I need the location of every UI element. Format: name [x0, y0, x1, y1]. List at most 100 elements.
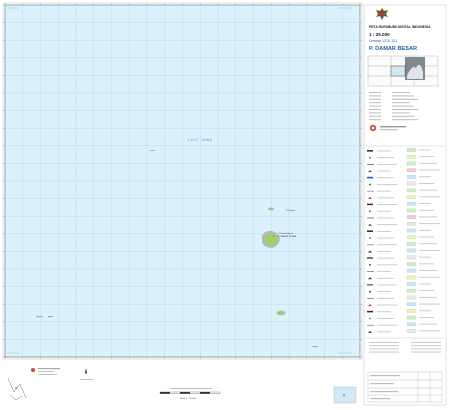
legend-text	[419, 236, 434, 238]
legend-swatch	[406, 181, 417, 186]
legend-text	[419, 203, 431, 204]
legend-text	[377, 318, 394, 319]
note-line	[369, 351, 399, 353]
legend-text	[377, 331, 391, 333]
info-row-value	[392, 109, 418, 110]
legend-text	[377, 291, 391, 293]
legend-text	[419, 323, 437, 325]
legend-text	[377, 224, 397, 226]
island-label-damar: P. Damar	[286, 209, 295, 212]
legend-text	[419, 223, 440, 225]
note-line	[369, 348, 399, 350]
legend-symbol	[369, 210, 371, 213]
info-row-label	[369, 112, 381, 114]
legend-text	[419, 176, 431, 178]
legend-swatch	[406, 275, 417, 280]
legend-text	[377, 311, 391, 313]
info-row-value	[392, 95, 414, 97]
legend-text	[377, 204, 397, 205]
legend-symbol	[367, 176, 373, 179]
coordinate-grid	[5, 5, 360, 357]
info-row-label	[369, 115, 381, 117]
legend-text	[377, 284, 397, 286]
legend-text	[377, 237, 394, 239]
legend-text	[377, 210, 391, 212]
note-line	[411, 348, 441, 350]
legend-text	[419, 303, 440, 305]
legend-text	[419, 209, 434, 211]
info-row-value	[392, 98, 418, 100]
legend-text	[419, 183, 434, 184]
legend-symbol	[369, 290, 371, 293]
legend-swatch	[406, 228, 417, 233]
legend-text	[377, 177, 394, 179]
note-line	[369, 345, 399, 347]
legend-text	[377, 217, 394, 219]
legend-text	[377, 170, 391, 172]
legend-text	[419, 149, 431, 151]
legend-text	[377, 251, 391, 252]
legend-swatch	[406, 201, 417, 206]
legend-swatch	[406, 255, 417, 260]
legend-symbol	[369, 317, 371, 320]
legend-swatch	[406, 282, 417, 286]
legend-symbol	[367, 310, 373, 313]
legend-symbol	[369, 156, 371, 159]
legend-text	[377, 190, 391, 192]
legend-text	[377, 163, 397, 165]
map-scale: 1 : 25.000	[369, 32, 390, 37]
legend-text	[419, 243, 437, 245]
note-line	[411, 351, 441, 353]
map-series-title: PETA RUPABUMI DIGITAL INDONESIA	[369, 25, 431, 29]
legend-swatch	[406, 168, 417, 173]
info-row-label	[369, 92, 381, 93]
legend-swatch	[406, 309, 417, 313]
legend-swatch	[406, 175, 417, 179]
legend-swatch	[406, 215, 417, 219]
legend-swatch	[406, 188, 417, 193]
legend-symbol	[367, 230, 373, 232]
legend-text	[419, 189, 437, 191]
legend-text	[419, 296, 437, 298]
island-north	[268, 207, 274, 211]
legend-swatch	[406, 248, 417, 253]
legend-swatch	[406, 148, 417, 152]
legend-swatch	[406, 242, 417, 246]
legend-swatch	[406, 262, 417, 266]
info-row-label	[369, 102, 381, 104]
legend-text	[419, 169, 440, 171]
legend-text	[419, 229, 431, 231]
legend-swatch	[406, 302, 417, 307]
scale-bar-label: Skala 1 : 25.000	[180, 398, 197, 400]
legend-text	[377, 157, 394, 159]
legend-text	[377, 264, 397, 266]
legend-text	[377, 304, 397, 306]
legend-text	[377, 257, 394, 259]
info-row-label	[369, 95, 381, 97]
legend-text	[377, 297, 394, 299]
legend-text	[419, 156, 434, 158]
footer-logo	[31, 368, 35, 372]
legend-text	[419, 162, 437, 164]
legend-symbol	[367, 257, 373, 259]
legend-swatch	[406, 235, 417, 240]
legend-swatch	[406, 322, 417, 327]
legend-swatch	[406, 161, 417, 166]
legend-text	[419, 317, 434, 318]
legend-swatch	[406, 289, 417, 293]
info-row-value	[392, 119, 418, 121]
info-row-label	[369, 109, 381, 110]
sheet-index-diagram	[367, 55, 439, 87]
note-line	[369, 342, 399, 343]
legend-text	[419, 256, 431, 258]
sheet-name: P. DAMAR BESAR	[369, 46, 417, 52]
legend-text	[377, 197, 394, 199]
legend-swatch	[406, 208, 417, 213]
info-row-label	[369, 119, 381, 121]
legend-swatch	[406, 268, 417, 273]
legend-text	[419, 276, 440, 278]
note-line	[411, 342, 441, 343]
sheet-info-rows	[369, 92, 418, 121]
legend-text	[419, 196, 440, 198]
legend-swatch	[406, 222, 417, 226]
